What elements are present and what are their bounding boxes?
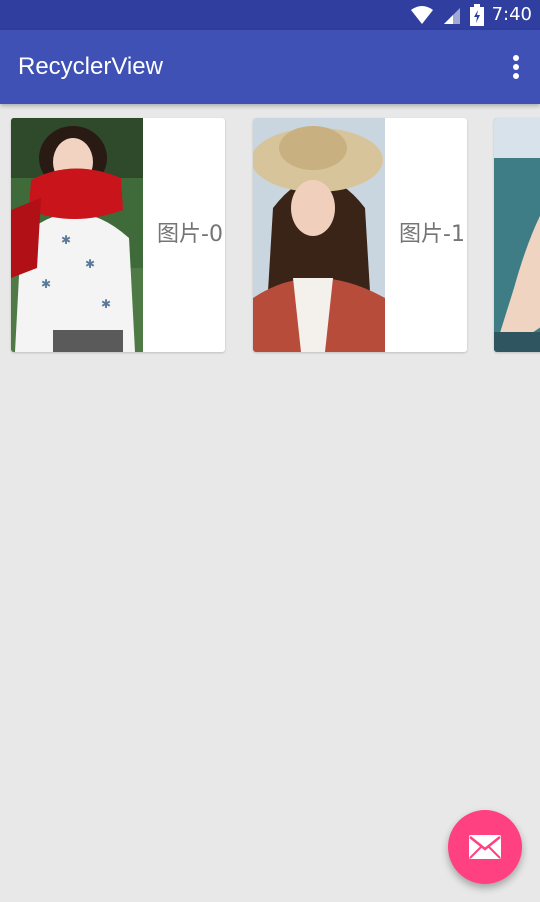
photo-thumbnail: [253, 118, 385, 352]
horizontal-recycler-list[interactable]: ✱ ✱ ✱ ✱ 图片-0 图片-1: [0, 104, 540, 364]
svg-text:✱: ✱: [85, 257, 95, 271]
photo-thumbnail: [494, 118, 540, 352]
wifi-icon: [410, 6, 433, 24]
svg-text:✱: ✱: [61, 233, 71, 247]
app-bar: RecyclerView: [0, 30, 540, 104]
svg-text:✱: ✱: [101, 297, 111, 311]
status-time: 7:40: [491, 4, 532, 25]
status-icons: 7:40: [410, 0, 532, 30]
list-item[interactable]: [494, 118, 540, 352]
mail-fab-button[interactable]: [448, 810, 522, 884]
more-vert-icon: [513, 55, 519, 79]
list-item[interactable]: ✱ ✱ ✱ ✱ 图片-0: [11, 118, 225, 352]
status-bar: 7:40: [0, 0, 540, 30]
photo-thumbnail: ✱ ✱ ✱ ✱: [11, 118, 143, 352]
list-item[interactable]: 图片-1: [253, 118, 467, 352]
app-title: RecyclerView: [18, 53, 163, 80]
item-caption: 图片-0: [157, 222, 223, 247]
svg-text:✱: ✱: [41, 277, 51, 291]
battery-charging-icon: [469, 4, 484, 26]
overflow-menu-button[interactable]: [506, 50, 526, 84]
mail-icon: [469, 835, 501, 859]
item-caption: 图片-1: [399, 222, 465, 247]
cell-signal-icon: [443, 8, 460, 24]
